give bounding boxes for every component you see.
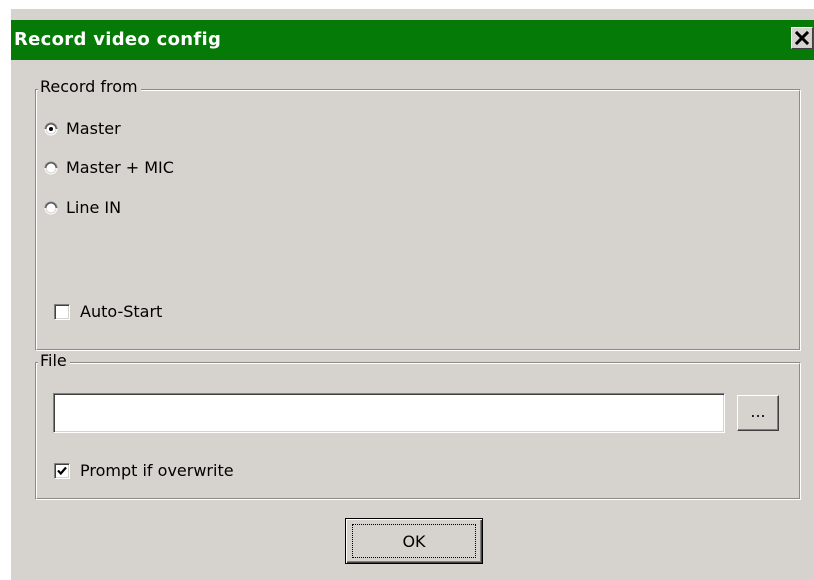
prompt-overwrite-checkbox[interactable]: Prompt if overwrite [54, 461, 234, 480]
radio-unselected-icon [44, 201, 58, 214]
checkmark-icon [57, 466, 67, 475]
browse-button[interactable]: ... [737, 395, 779, 431]
ok-label: OK [402, 531, 426, 551]
browse-label: ... [750, 401, 766, 421]
checkbox-box [54, 303, 70, 320]
close-icon [795, 31, 809, 45]
window-title: Record video config [14, 29, 222, 50]
radio-master[interactable]: Master [44, 119, 121, 138]
record-video-config-dialog: Record video config Record from Master M… [10, 8, 814, 580]
auto-start-label: Auto-Start [80, 302, 163, 321]
file-legend: File [38, 351, 70, 371]
file-path-input[interactable] [53, 393, 725, 433]
record-from-legend: Record from [38, 77, 141, 97]
radio-master-label: Master [66, 119, 121, 138]
radio-selected-icon [44, 122, 58, 135]
title-bar[interactable]: Record video config [11, 20, 814, 60]
checkbox-box [54, 462, 70, 479]
radio-master-mic[interactable]: Master + MIC [44, 158, 174, 177]
prompt-overwrite-label: Prompt if overwrite [80, 461, 234, 480]
auto-start-checkbox[interactable]: Auto-Start [54, 302, 162, 321]
radio-line-in[interactable]: Line IN [44, 198, 121, 217]
radio-master-mic-label: Master + MIC [66, 158, 174, 177]
close-button[interactable] [791, 27, 813, 49]
ok-button[interactable]: OK [345, 518, 483, 564]
radio-line-in-label: Line IN [66, 198, 122, 217]
radio-unselected-icon [44, 161, 58, 174]
